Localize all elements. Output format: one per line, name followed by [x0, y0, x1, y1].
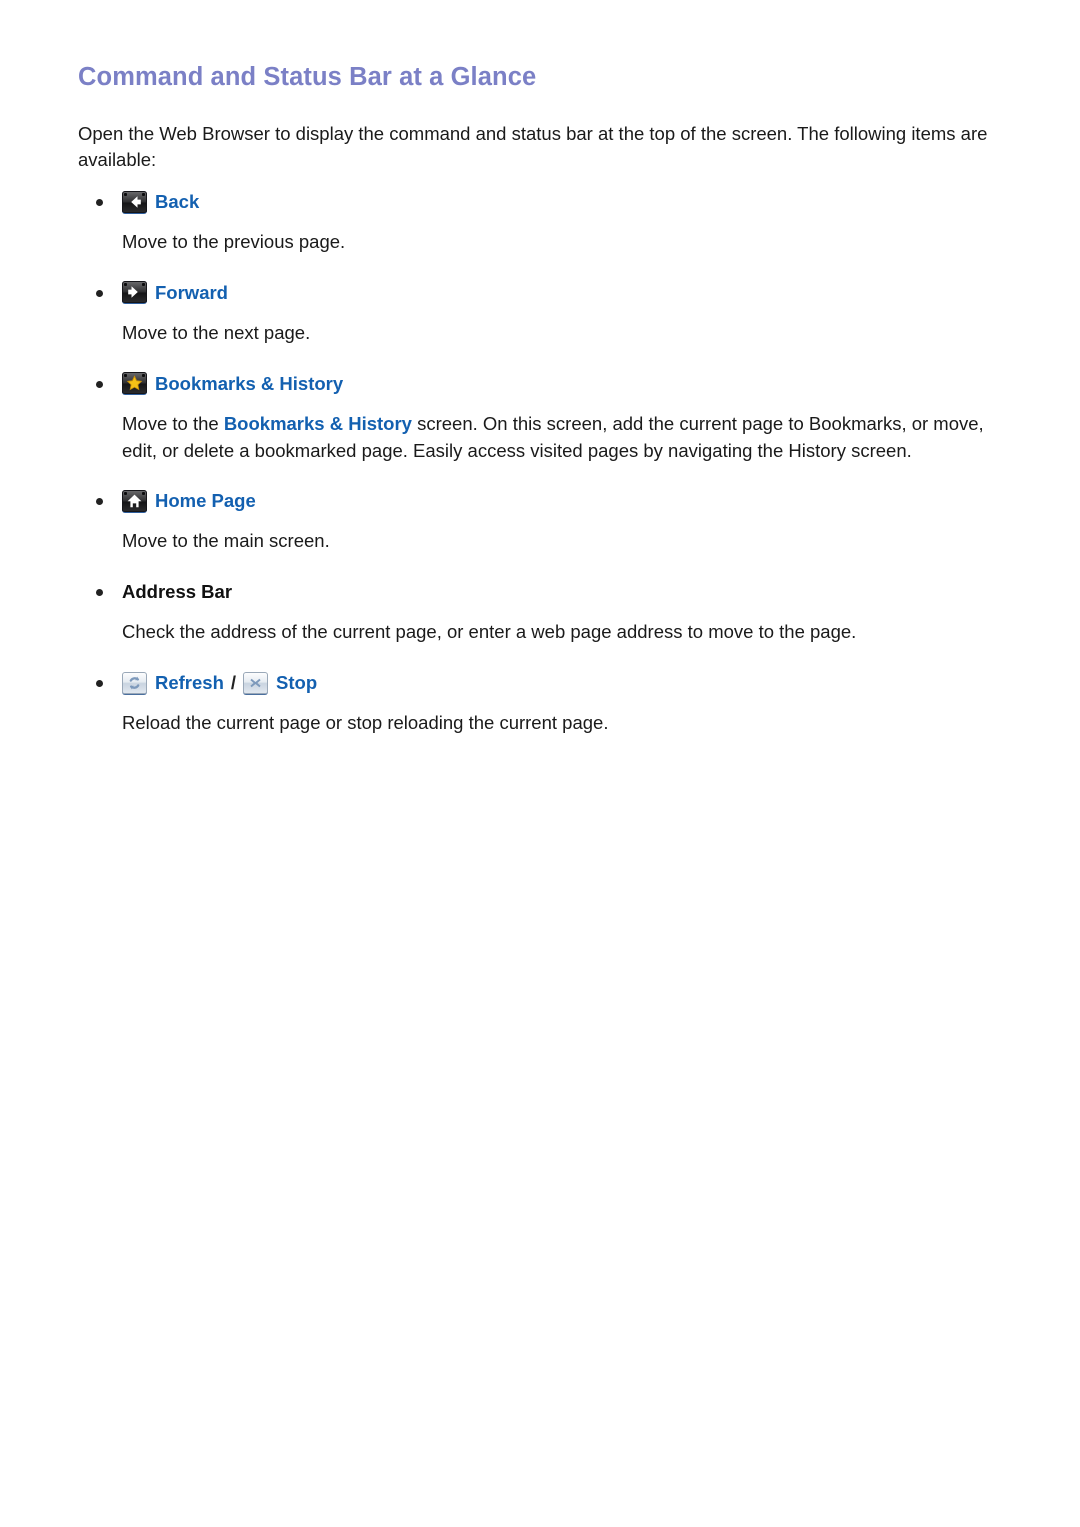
- item-heading-bookmarks-history: Bookmarks & History: [78, 369, 1008, 399]
- item-description-address-bar: Check the address of the current page, o…: [122, 621, 857, 643]
- document-page: Command and Status Bar at a Glance Open …: [0, 0, 1080, 1527]
- item-label-bookmarks-history[interactable]: Bookmarks & History: [155, 371, 343, 397]
- item-heading-address-bar: Address Bar: [78, 577, 1008, 607]
- back-arrow-icon[interactable]: [122, 190, 147, 214]
- desc-text-pre: Move to the: [122, 412, 224, 434]
- intro-paragraph: Open the Web Browser to display the comm…: [78, 122, 988, 170]
- home-house-icon[interactable]: [122, 489, 147, 513]
- list-item-refresh-stop: Refresh / Stop Reload the current page o…: [78, 668, 1008, 737]
- item-description-bookmarks-history: Move to the Bookmarks & History screen. …: [78, 411, 1012, 465]
- item-label-refresh[interactable]: Refresh: [155, 670, 224, 696]
- item-heading-refresh-stop: Refresh / Stop: [78, 668, 1008, 698]
- item-label-forward[interactable]: Forward: [155, 280, 228, 306]
- item-description-home-page: Move to the main screen.: [122, 530, 330, 552]
- item-description-refresh-stop: Reload the current page or stop reloadin…: [122, 712, 609, 733]
- bullet-marker: [96, 199, 103, 207]
- item-label-home-page[interactable]: Home Page: [155, 488, 256, 514]
- list-item-home-page: Home Page Move to the main screen.: [78, 486, 1008, 555]
- bullet-marker: [96, 498, 103, 506]
- stop-close-icon[interactable]: [243, 671, 269, 695]
- item-heading-home-page: Home Page: [78, 486, 1008, 516]
- forward-arrow-icon[interactable]: [122, 281, 147, 305]
- item-description-forward: Move to the next page.: [122, 321, 311, 343]
- item-heading-forward: Forward: [78, 278, 1008, 308]
- item-heading-back: Back: [78, 187, 1008, 217]
- refresh-icon[interactable]: [122, 671, 147, 695]
- label-separator: /: [230, 672, 237, 694]
- star-bookmark-icon[interactable]: [122, 372, 147, 396]
- list-item-address-bar: Address Bar Check the address of the cur…: [78, 577, 1008, 646]
- bullet-marker: [96, 380, 103, 388]
- bullet-marker: [96, 589, 103, 597]
- item-description-back: Move to the previous page.: [122, 231, 346, 253]
- item-label-stop[interactable]: Stop: [276, 670, 317, 696]
- list-item-bookmarks-history: Bookmarks & History Move to the Bookmark…: [78, 369, 1008, 465]
- item-label-back[interactable]: Back: [155, 189, 199, 215]
- desc-highlight-bookmarks-history[interactable]: Bookmarks & History: [224, 413, 412, 434]
- document-content: Command and Status Bar at a Glance Open …: [78, 62, 1008, 759]
- feature-list: Back Move to the previous page. Forward …: [78, 187, 1008, 737]
- item-label-address-bar: Address Bar: [122, 581, 233, 603]
- page-title: Command and Status Bar at a Glance: [78, 63, 537, 91]
- bullet-marker: [96, 680, 103, 687]
- list-item-back: Back Move to the previous page.: [78, 187, 1008, 256]
- list-item-forward: Forward Move to the next page.: [78, 278, 1008, 347]
- bullet-marker: [96, 289, 103, 297]
